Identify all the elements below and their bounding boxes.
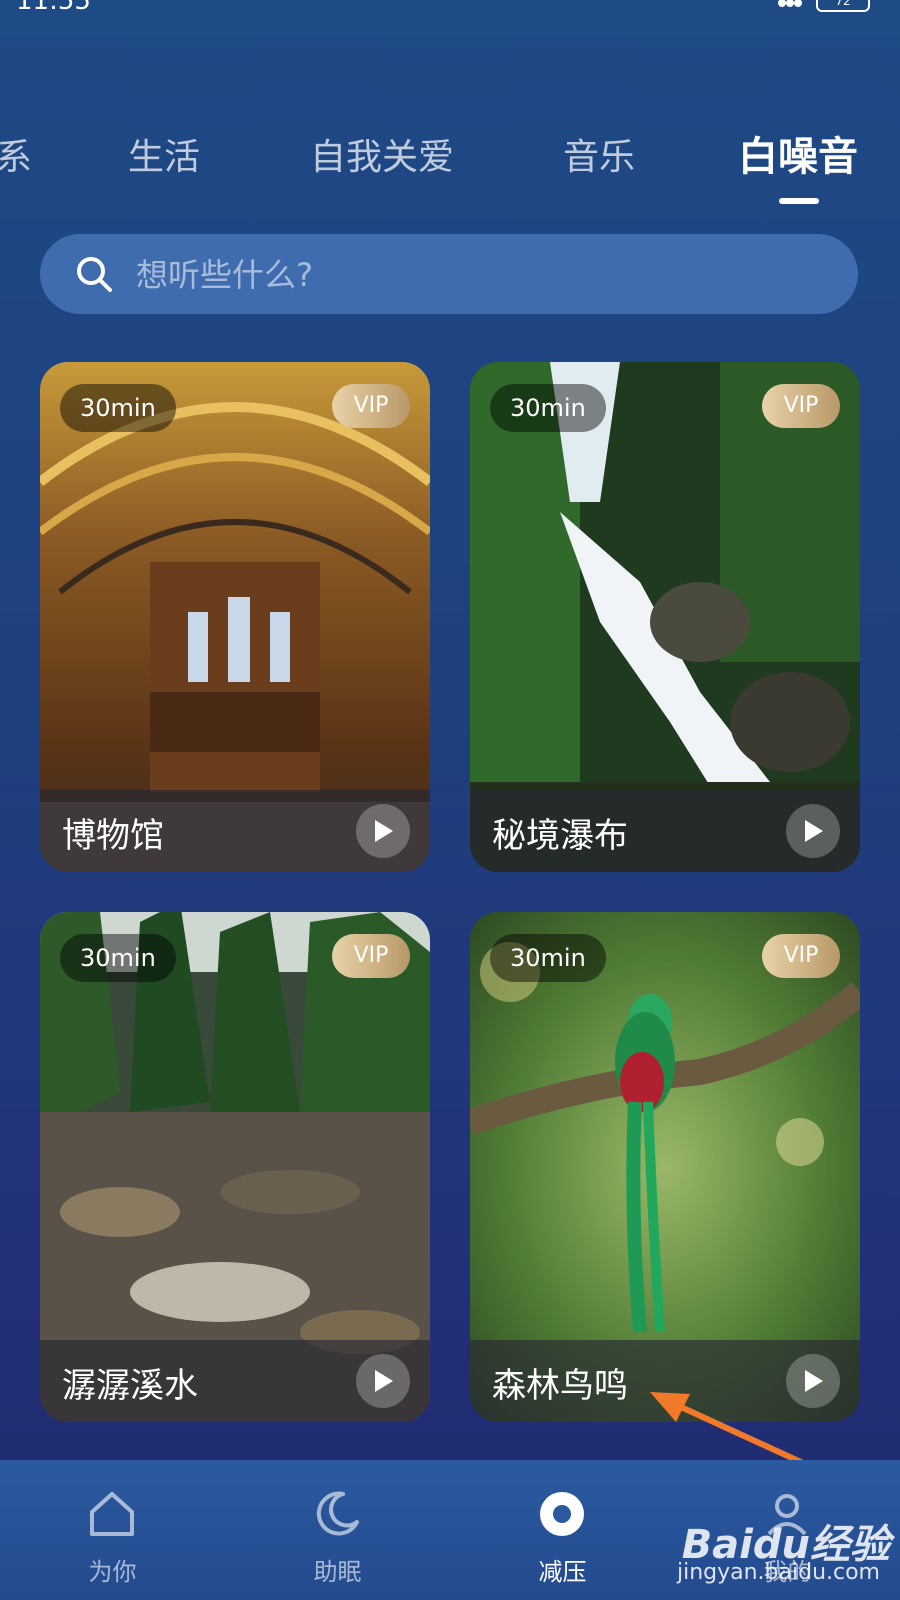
nav-item-sleep[interactable]: 助眠 <box>225 1460 450 1600</box>
search-bar[interactable] <box>40 234 858 316</box>
sound-card-stream[interactable]: 30min VIP 潺潺溪水 <box>40 912 430 1422</box>
nav-item-relax[interactable]: 减压 <box>450 1460 675 1600</box>
sound-card-waterfall[interactable]: 30min VIP 秘境瀑布 <box>470 362 860 872</box>
category-tabs: 系 生活 自我关爱 音乐 白噪音 <box>0 128 900 188</box>
battery-icon: 72 <box>816 0 870 12</box>
play-icon <box>375 820 393 842</box>
vip-badge: VIP <box>762 934 840 978</box>
card-title: 博物馆 <box>62 816 164 856</box>
nav-label: 为你 <box>88 1558 137 1586</box>
sound-card-forest-birds[interactable]: 30min VIP 森林鸟鸣 <box>470 912 860 1422</box>
tab-music[interactable]: 音乐 <box>563 128 635 180</box>
play-button[interactable] <box>356 804 410 858</box>
card-title: 潺潺溪水 <box>62 1366 198 1406</box>
card-title: 秘境瀑布 <box>492 816 628 856</box>
search-icon <box>77 257 112 292</box>
vip-badge: VIP <box>332 384 410 428</box>
moon-icon <box>316 1491 359 1536</box>
duration-badge: 30min <box>60 384 176 432</box>
play-button[interactable] <box>786 804 840 858</box>
sound-card-museum[interactable]: 30min VIP 博物馆 <box>40 362 430 872</box>
signal-icon <box>778 0 802 11</box>
play-icon <box>375 1370 393 1392</box>
search-input[interactable] <box>134 234 818 316</box>
tab-white-noise[interactable]: 白噪音 <box>738 124 858 182</box>
duration-badge: 30min <box>60 934 176 982</box>
nav-label: 助眠 <box>313 1558 362 1586</box>
status-bar: 11:55 72 <box>0 0 900 20</box>
tab-relationship[interactable]: 系 <box>0 128 32 180</box>
play-button[interactable] <box>356 1354 410 1408</box>
vip-badge: VIP <box>332 934 410 978</box>
card-title: 森林鸟鸣 <box>492 1366 628 1406</box>
nav-item-for-you[interactable]: 为你 <box>0 1460 225 1600</box>
status-time: 11:55 <box>16 0 91 16</box>
tab-self-care[interactable]: 自我关爱 <box>310 128 454 180</box>
home-icon <box>90 1492 134 1536</box>
card-footer: 潺潺溪水 <box>40 1340 430 1422</box>
status-icons: 72 <box>778 0 870 12</box>
active-tab-indicator <box>779 198 819 204</box>
card-footer: 秘境瀑布 <box>470 790 860 872</box>
duration-badge: 30min <box>490 384 606 432</box>
nav-label: 减压 <box>538 1558 587 1586</box>
relax-icon <box>540 1492 584 1536</box>
duration-badge: 30min <box>490 934 606 982</box>
watermark-url: jingyan.baidu.com <box>676 1560 880 1585</box>
card-footer: 博物馆 <box>40 790 430 872</box>
play-icon <box>805 820 823 842</box>
tab-life[interactable]: 生活 <box>128 128 200 180</box>
vip-badge: VIP <box>762 384 840 428</box>
